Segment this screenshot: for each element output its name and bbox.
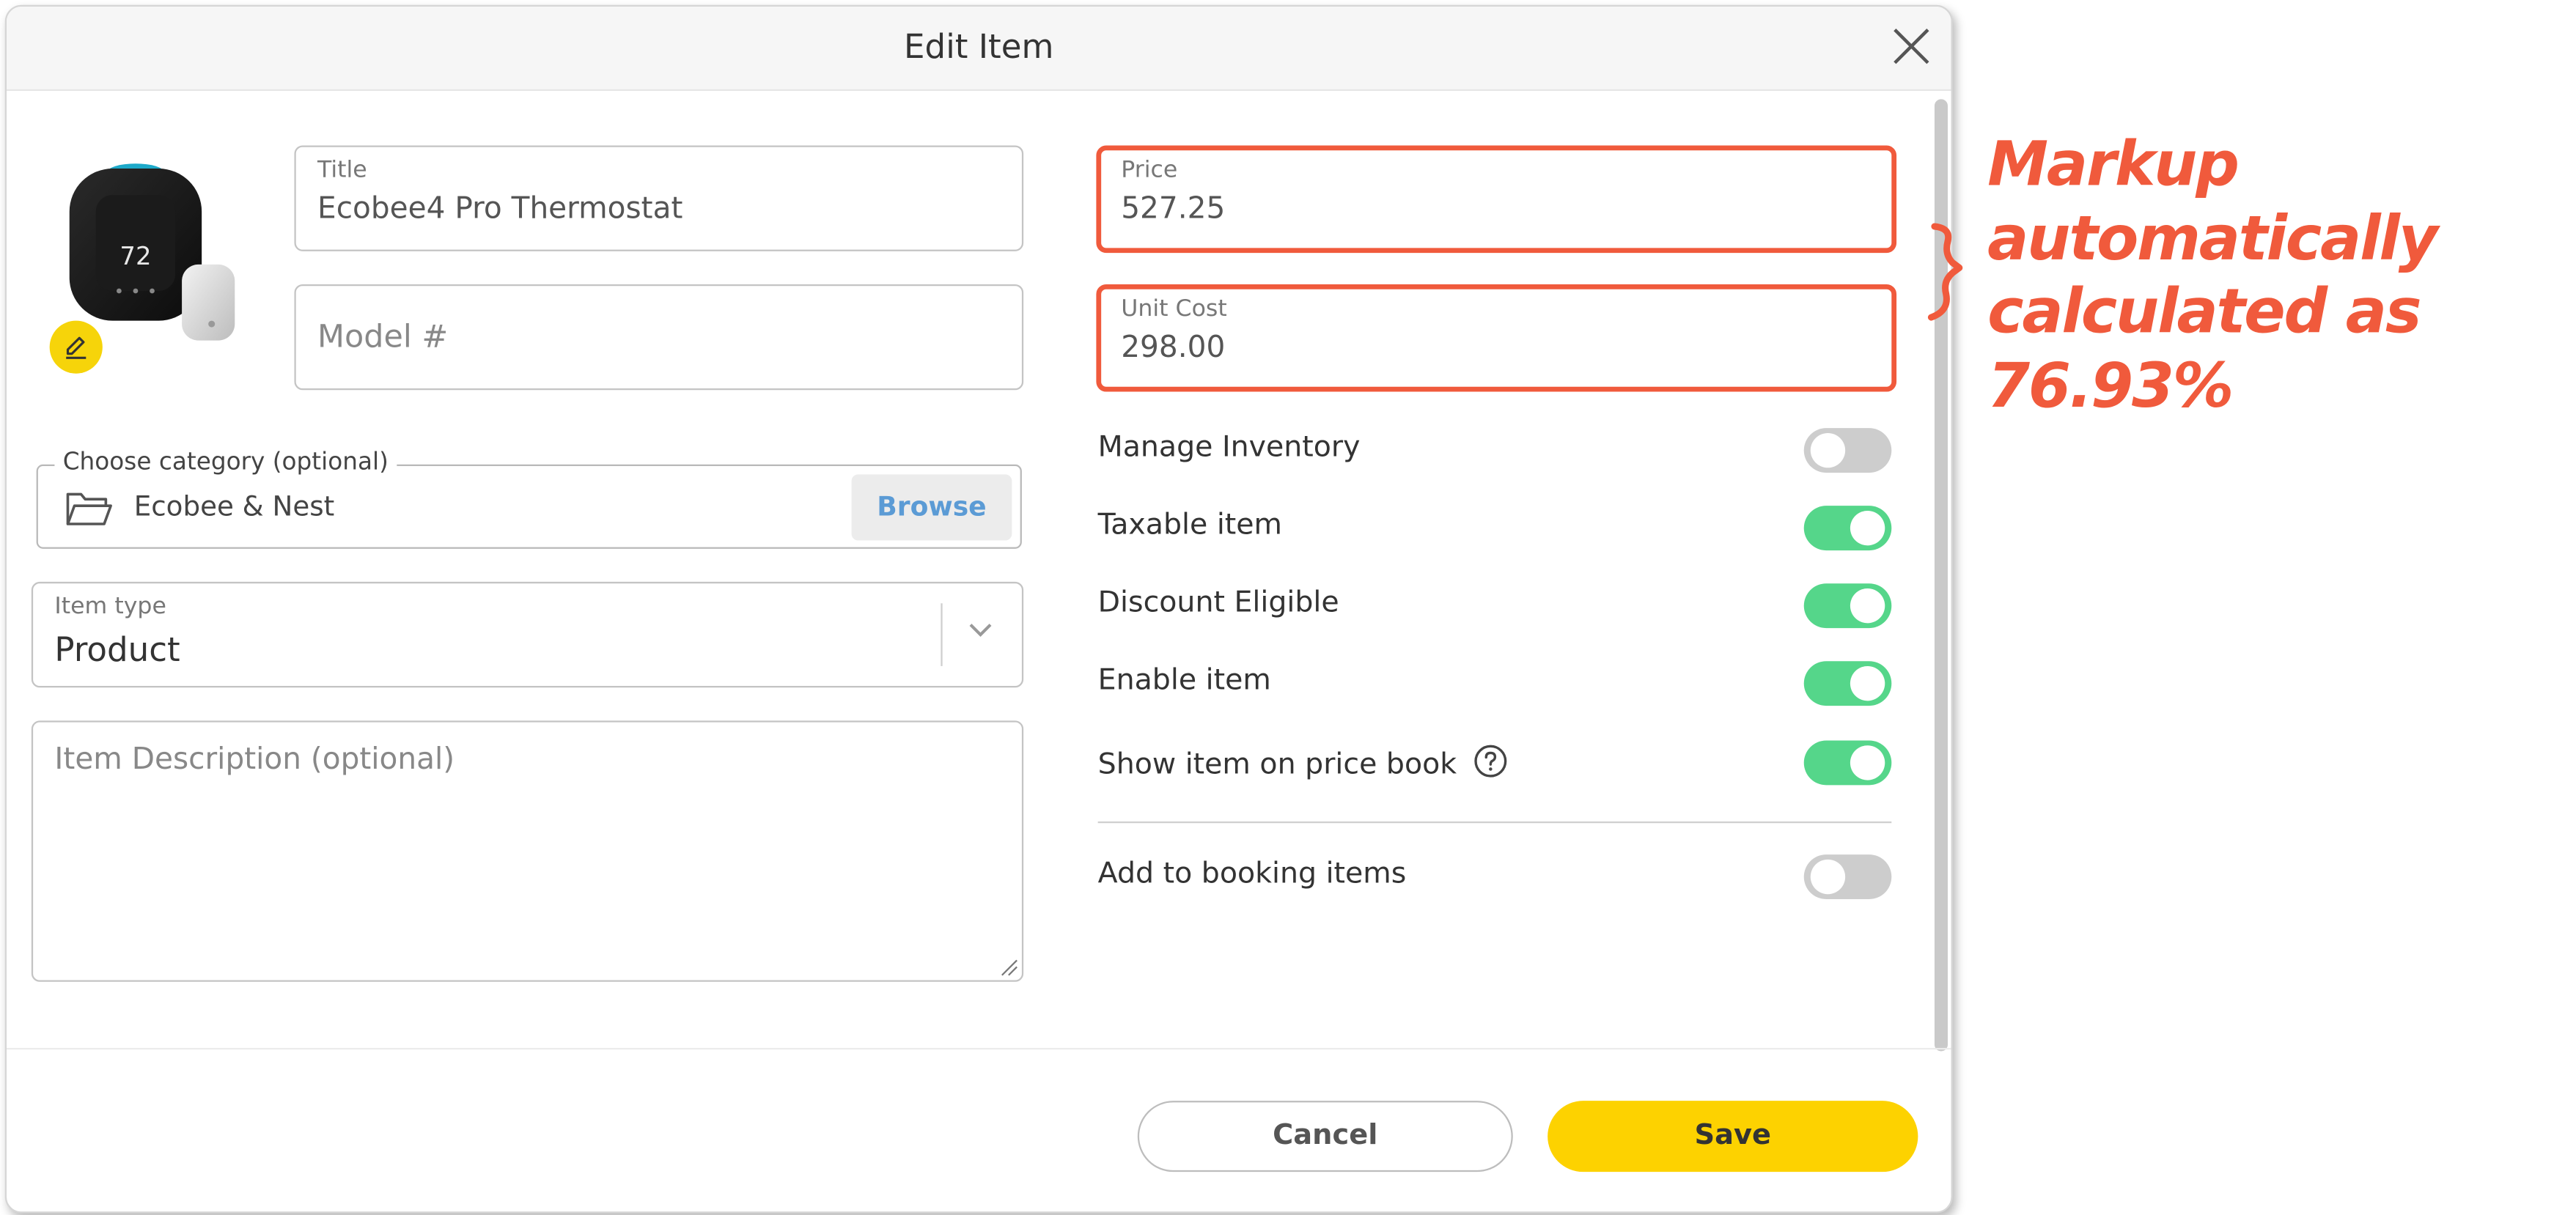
resize-handle-icon[interactable] — [998, 957, 1018, 977]
select-separator — [941, 603, 943, 666]
description-placeholder: Item Description (optional) — [54, 742, 455, 778]
discount-eligible-toggle[interactable] — [1803, 583, 1892, 629]
toggle-label: Discount Eligible — [1097, 586, 1339, 620]
manage-inventory-toggle[interactable] — [1803, 428, 1892, 473]
toggle-label: Show item on price book — [1098, 744, 1508, 782]
edit-item-dialog: Edit Item 72 Title Ecobee4 Pro Thermosta… — [4, 4, 1953, 1214]
enable-item-toggle[interactable] — [1803, 661, 1892, 706]
chevron-down-icon[interactable] — [965, 620, 996, 640]
category-value: Ecobee & Nest — [133, 490, 335, 522]
folder-icon — [66, 492, 112, 525]
price-value: 527.25 — [1121, 191, 1226, 227]
toggle-row-show-on-price-book: Show item on price book — [1098, 739, 1892, 789]
price-label: Price — [1121, 157, 1178, 184]
dialog-header: Edit Item — [7, 7, 1951, 92]
toggle-label: Add to booking items — [1097, 857, 1407, 891]
category-field[interactable]: Choose category (optional) Ecobee & Nest… — [36, 449, 1022, 549]
annotation-line: calculated as — [1987, 276, 2421, 347]
show-on-price-book-toggle[interactable] — [1803, 740, 1892, 786]
edit-image-button[interactable] — [49, 320, 103, 374]
price-field[interactable]: Price 527.25 — [1096, 145, 1897, 254]
curly-brace-icon — [1927, 223, 1963, 321]
footer-divider — [7, 1047, 1951, 1050]
item-type-label: Item type — [54, 593, 166, 620]
close-icon — [1894, 29, 1929, 64]
item-type-value: Product — [54, 629, 180, 670]
markup-annotation: Markup automatically calculated as 76.93… — [1987, 128, 2438, 423]
taxable-item-toggle[interactable] — [1803, 506, 1892, 551]
dialog-title: Edit Item — [904, 26, 1054, 67]
toggle-label-text: Show item on price book — [1097, 748, 1457, 782]
toggle-row-taxable-item: Taxable item — [1098, 504, 1892, 554]
toggle-row-discount-eligible: Discount Eligible — [1098, 582, 1892, 632]
annotation-line: Markup — [1987, 128, 2240, 200]
item-type-select[interactable]: Item type Product — [31, 581, 1024, 688]
thermostat-display-temp: 72 — [119, 242, 151, 270]
toggle-label: Taxable item — [1097, 509, 1282, 542]
save-button[interactable]: Save — [1548, 1101, 1918, 1172]
annotation-line: automatically — [1987, 202, 2438, 274]
toggle-divider — [1097, 821, 1892, 824]
category-legend: Choose category (optional) — [54, 449, 397, 476]
unit-cost-value: 298.00 — [1121, 330, 1226, 366]
toggle-label: Enable item — [1097, 664, 1271, 698]
page: Edit Item 72 Title Ecobee4 Pro Thermosta… — [0, 0, 2576, 1215]
question-circle-icon[interactable] — [1473, 744, 1508, 778]
add-to-booking-toggle[interactable] — [1803, 854, 1892, 899]
unit-cost-label: Unit Cost — [1121, 295, 1227, 322]
close-button[interactable] — [1888, 23, 1935, 70]
model-placeholder: Model # — [317, 319, 449, 355]
title-label: Title — [317, 157, 367, 184]
pencil-icon — [66, 336, 87, 359]
model-field[interactable]: Model # — [294, 284, 1024, 391]
unit-cost-field[interactable]: Unit Cost 298.00 — [1096, 284, 1897, 392]
toggle-row-manage-inventory: Manage Inventory — [1098, 426, 1892, 476]
title-field[interactable]: Title Ecobee4 Pro Thermostat — [294, 145, 1024, 251]
toggle-row-add-to-booking: Add to booking items — [1098, 853, 1892, 903]
title-value: Ecobee4 Pro Thermostat — [317, 191, 683, 227]
cancel-button[interactable]: Cancel — [1137, 1101, 1513, 1172]
description-textarea[interactable]: Item Description (optional) — [31, 720, 1024, 982]
browse-button[interactable]: Browse — [851, 474, 1012, 541]
annotation-line: 76.93% — [1987, 350, 2234, 421]
toggle-row-enable-item: Enable item — [1098, 660, 1892, 709]
toggle-label: Manage Inventory — [1097, 431, 1361, 465]
